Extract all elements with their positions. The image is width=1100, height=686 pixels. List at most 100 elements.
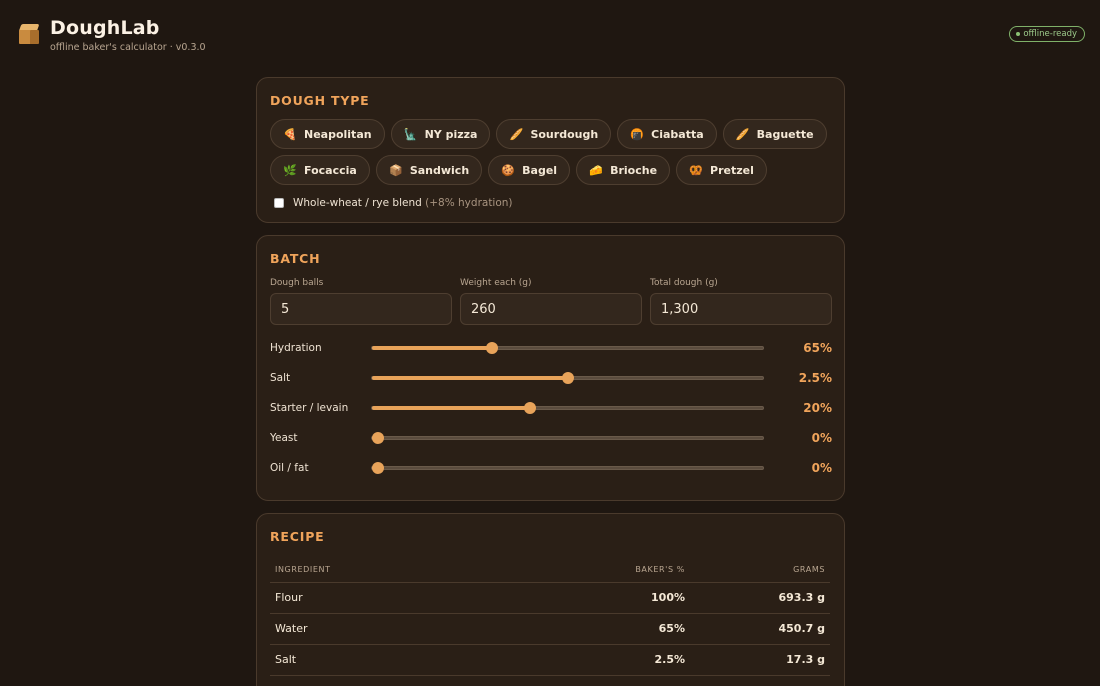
recipe-table: INGREDIENT BAKER'S % GRAMS Flour 100% 69… bbox=[270, 557, 830, 676]
weight-each-label: Weight each (g) bbox=[460, 278, 532, 288]
herb-icon: 🌿 bbox=[283, 163, 297, 177]
weight-each-input[interactable]: 260 bbox=[460, 293, 642, 325]
oil-label: Oil / fat bbox=[270, 462, 309, 474]
chip-sandwich[interactable]: 📦 Sandwich bbox=[375, 155, 483, 185]
hydration-slider-row: Hydration 65% bbox=[270, 338, 832, 358]
chip-label: Neapolitan bbox=[304, 127, 372, 141]
slider-thumb[interactable] bbox=[372, 462, 384, 474]
salt-value: 2.5% bbox=[798, 371, 832, 385]
bagel-icon: 🍪 bbox=[501, 163, 515, 177]
ingredient-cell: Flour bbox=[270, 582, 550, 614]
chip-label: NY pizza bbox=[424, 127, 478, 141]
dough-chip-row: 🌿 Focaccia 📦 Sandwich 🍪 Bagel 🧀 Brioche 🥨 Pre… bbox=[270, 155, 767, 185]
total-dough-field: Total dough (g) 1,300 bbox=[650, 278, 832, 325]
oil-slider[interactable] bbox=[371, 462, 764, 474]
grams-cell: 693.3 g bbox=[690, 582, 830, 614]
dough-balls-label: Dough balls bbox=[270, 278, 324, 288]
grams-cell: 450.7 g bbox=[690, 613, 830, 645]
dough-type-card: DOUGH TYPE 🍕 Neapolitan 🗽 NY pizza 🥖 Sourdo… bbox=[256, 77, 845, 223]
yeast-value: 0% bbox=[811, 431, 832, 445]
dough-chip-row: 🍕 Neapolitan 🗽 NY pizza 🥖 Sourdough 🍘 Ciabat… bbox=[270, 119, 827, 149]
salt-slider[interactable] bbox=[371, 372, 764, 384]
ingredient-cell: Salt bbox=[270, 644, 550, 676]
chip-label: Bagel bbox=[522, 163, 558, 177]
chip-sourdough[interactable]: 🥖 Sourdough bbox=[496, 119, 612, 149]
slider-thumb[interactable] bbox=[372, 432, 384, 444]
starter-slider[interactable] bbox=[371, 402, 764, 414]
chip-pretzel[interactable]: 🥨 Pretzel bbox=[676, 155, 767, 185]
grams-cell: 17.3 g bbox=[690, 644, 830, 676]
weight-each-field: Weight each (g) 260 bbox=[460, 278, 642, 325]
chip-ciabatta[interactable]: 🍘 Ciabatta bbox=[617, 119, 717, 149]
chip-label: Ciabatta bbox=[651, 127, 704, 141]
percent-cell: 65% bbox=[550, 613, 690, 645]
dough-type-title: DOUGH TYPE bbox=[270, 93, 370, 108]
blend-checkbox[interactable] bbox=[274, 198, 284, 208]
batch-card: BATCH Dough balls 5 Weight each (g) 260 … bbox=[256, 235, 845, 501]
blend-label: Whole-wheat / rye blend (+8% hydration) bbox=[293, 197, 513, 209]
table-row: Salt 2.5% 17.3 g bbox=[270, 644, 830, 676]
status-dot-icon bbox=[1016, 32, 1021, 36]
percent-cell: 100% bbox=[550, 582, 690, 614]
total-dough-input[interactable]: 1,300 bbox=[650, 293, 832, 325]
rice-cracker-icon: 🍘 bbox=[630, 127, 644, 141]
app-title: DoughLab bbox=[50, 17, 160, 39]
salt-label: Salt bbox=[270, 372, 291, 384]
dough-balls-input[interactable]: 5 bbox=[270, 293, 452, 325]
status-text: offline-ready bbox=[1023, 29, 1077, 39]
ingredient-cell: Water bbox=[270, 613, 550, 645]
box-icon: 📦 bbox=[388, 163, 403, 177]
yeast-slider[interactable] bbox=[371, 432, 764, 444]
starter-slider-row: Starter / levain 20% bbox=[270, 398, 832, 418]
yeast-slider-row: Yeast 0% bbox=[270, 428, 832, 448]
recipe-card: RECIPE INGREDIENT BAKER'S % GRAMS Flour … bbox=[256, 513, 845, 686]
percent-cell: 2.5% bbox=[550, 644, 690, 676]
chip-focaccia[interactable]: 🌿 Focaccia bbox=[270, 155, 370, 185]
batch-title: BATCH bbox=[270, 251, 321, 266]
oil-value: 0% bbox=[811, 461, 832, 475]
chip-baguette[interactable]: 🥖 Baguette bbox=[722, 119, 827, 149]
total-dough-label: Total dough (g) bbox=[650, 278, 718, 288]
starter-label: Starter / levain bbox=[270, 402, 349, 414]
chip-label: Pretzel bbox=[710, 163, 754, 177]
baguette-icon: 🥖 bbox=[735, 127, 750, 141]
table-header-row: INGREDIENT BAKER'S % GRAMS bbox=[270, 557, 830, 583]
slider-thumb[interactable] bbox=[562, 372, 574, 384]
chip-neapolitan[interactable]: 🍕 Neapolitan bbox=[270, 119, 385, 149]
blend-note: (+8% hydration) bbox=[425, 197, 513, 209]
pretzel-icon: 🥨 bbox=[689, 163, 703, 177]
recipe-title: RECIPE bbox=[270, 529, 325, 544]
slider-thumb[interactable] bbox=[524, 402, 536, 414]
chip-brioche[interactable]: 🧀 Brioche bbox=[576, 155, 671, 185]
bread-icon: 🥖 bbox=[509, 127, 524, 141]
cheese-icon: 🧀 bbox=[589, 163, 603, 177]
chip-label: Sourdough bbox=[530, 127, 599, 141]
hydration-slider[interactable] bbox=[371, 342, 764, 354]
statue-of-liberty-icon: 🗽 bbox=[403, 127, 418, 141]
column-grams: GRAMS bbox=[690, 557, 830, 583]
app-header: DoughLab offline baker's calculator · v0… bbox=[18, 16, 206, 53]
salt-slider-row: Salt 2.5% bbox=[270, 368, 832, 388]
app-subtitle: offline baker's calculator · v0.3.0 bbox=[50, 42, 206, 53]
column-bakers-percent: BAKER'S % bbox=[550, 557, 690, 583]
column-ingredient: INGREDIENT bbox=[270, 557, 550, 583]
starter-value: 20% bbox=[803, 401, 832, 415]
chip-label: Focaccia bbox=[304, 163, 357, 177]
chip-ny-pizza[interactable]: 🗽 NY pizza bbox=[390, 119, 491, 149]
dough-balls-field: Dough balls 5 bbox=[270, 278, 452, 325]
oil-slider-row: Oil / fat 0% bbox=[270, 458, 832, 478]
table-row: Flour 100% 693.3 g bbox=[270, 582, 830, 614]
table-row: Water 65% 450.7 g bbox=[270, 613, 830, 645]
hydration-label: Hydration bbox=[270, 342, 322, 354]
box-logo-icon bbox=[18, 24, 40, 46]
hydration-value: 65% bbox=[803, 341, 832, 355]
blend-option: Whole-wheat / rye blend (+8% hydration) bbox=[274, 197, 513, 209]
chip-label: Sandwich bbox=[409, 163, 470, 177]
chip-label: Brioche bbox=[610, 163, 658, 177]
pizza-icon: 🍕 bbox=[283, 127, 297, 141]
yeast-label: Yeast bbox=[270, 432, 298, 444]
chip-label: Baguette bbox=[756, 127, 814, 141]
chip-bagel[interactable]: 🍪 Bagel bbox=[488, 155, 571, 185]
slider-thumb[interactable] bbox=[486, 342, 498, 354]
status-badge: offline-ready bbox=[1009, 26, 1085, 42]
